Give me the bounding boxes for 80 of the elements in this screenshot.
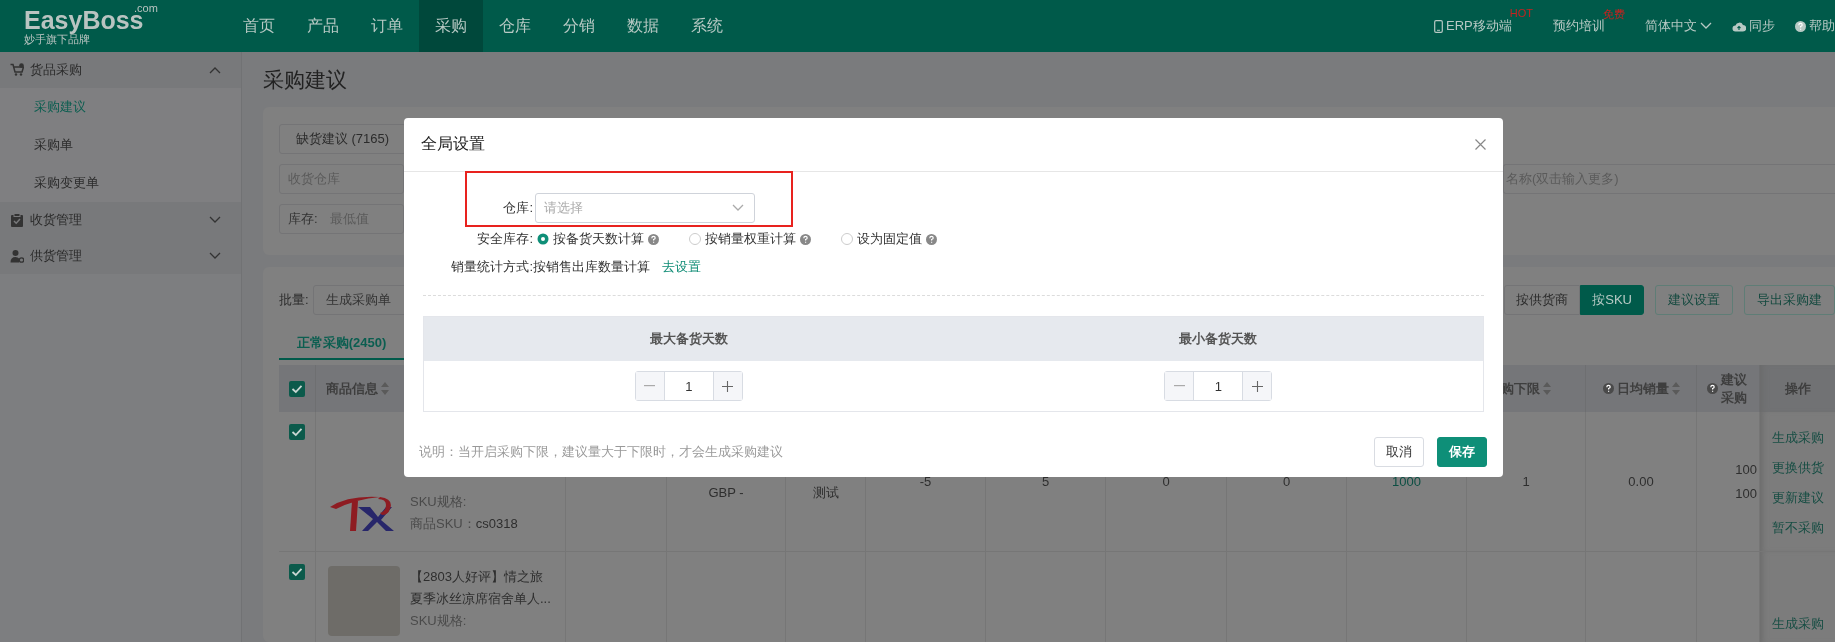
number-stepper[interactable]: 1 bbox=[634, 371, 743, 401]
dialog-title: 全局设置 bbox=[421, 134, 485, 154]
nav-item[interactable]: 产品 bbox=[291, 0, 355, 52]
sidebar-item[interactable]: 采购单 bbox=[0, 126, 241, 164]
nav-item[interactable]: 仓库 bbox=[483, 0, 547, 52]
cancel-button[interactable]: 取消 bbox=[1374, 437, 1424, 467]
sidebar-item[interactable]: 采购变更单 bbox=[0, 164, 241, 202]
nav-item[interactable]: 数据 bbox=[611, 0, 675, 52]
close-icon[interactable] bbox=[1475, 139, 1486, 150]
badge-label: HOT bbox=[1509, 7, 1533, 19]
action-link[interactable]: 更换供货 bbox=[1771, 459, 1824, 477]
action-link[interactable]: 生成采购 bbox=[1771, 429, 1824, 447]
save-button[interactable]: 保存 bbox=[1437, 437, 1487, 467]
outline-button[interactable]: 建议设置 bbox=[1655, 285, 1733, 315]
badge-label: 免费 bbox=[1603, 7, 1625, 20]
minus-icon bbox=[1173, 385, 1185, 387]
clipboard-check-icon bbox=[10, 212, 24, 228]
column-header: 建议 bbox=[1721, 370, 1747, 389]
plus-button[interactable] bbox=[713, 372, 742, 400]
help-icon bbox=[648, 233, 659, 245]
nav-item[interactable]: 分销 bbox=[547, 0, 611, 52]
table-cell: 0.00 bbox=[1586, 412, 1697, 552]
field-value: 按销售出库数量计算 bbox=[533, 258, 650, 276]
number-stepper[interactable]: 1 bbox=[1164, 371, 1273, 401]
action-link[interactable]: 更新建议 bbox=[1771, 489, 1824, 507]
cell-text: 100 bbox=[1735, 460, 1757, 479]
checkbox-checked[interactable] bbox=[289, 564, 305, 580]
field-label: 仓库: bbox=[502, 199, 533, 217]
checkbox-checked[interactable] bbox=[289, 424, 305, 440]
radio-option[interactable]: 设为固定值 bbox=[841, 230, 937, 248]
nav-item[interactable]: 订单 bbox=[355, 0, 419, 52]
action-link[interactable]: 暂不采购 bbox=[1771, 519, 1824, 537]
cart-icon bbox=[10, 62, 24, 78]
toggle-button[interactable]: 按SKU bbox=[1580, 285, 1644, 315]
photo-placeholder bbox=[328, 566, 400, 636]
nav-item[interactable]: 系统 bbox=[675, 0, 739, 52]
sidebar-group[interactable]: 供货管理 bbox=[0, 238, 241, 274]
toggle-button[interactable]: 按供货商 bbox=[1504, 285, 1581, 315]
settings-link[interactable]: 去设置 bbox=[662, 258, 701, 276]
plus-icon bbox=[722, 380, 734, 392]
toolbar-link[interactable]: 预约培训 bbox=[1553, 17, 1605, 35]
product-title: 【2803人好评】情之旅 bbox=[410, 568, 544, 586]
cloud-icon bbox=[1732, 20, 1746, 32]
nav-item[interactable]: 首页 bbox=[227, 0, 291, 52]
column-header: 日均销量 bbox=[1616, 379, 1669, 398]
column-header: 商品信息 bbox=[326, 379, 378, 398]
radio-option[interactable]: 按备货天数计算 bbox=[537, 230, 659, 248]
filter-dropdown[interactable]: 缺货建议 (7165) bbox=[279, 124, 406, 154]
phone-icon bbox=[1434, 19, 1444, 33]
outline-button[interactable]: 导出采购建 bbox=[1744, 285, 1835, 315]
plus-icon bbox=[1251, 380, 1263, 392]
toolbar-link[interactable]: 简体中文 bbox=[1645, 17, 1712, 35]
select-field[interactable]: 请选择 bbox=[535, 193, 755, 223]
toolbar-link[interactable]: ERP移动端 bbox=[1434, 17, 1512, 35]
help-icon bbox=[1795, 20, 1806, 32]
nav-item[interactable]: 采购 bbox=[419, 0, 483, 52]
minus-icon bbox=[644, 385, 656, 387]
chevron-down-icon bbox=[1700, 22, 1712, 30]
radio-option[interactable]: 按销量权重计算 bbox=[689, 230, 811, 248]
plus-button[interactable] bbox=[1243, 372, 1272, 400]
chevron-down-icon bbox=[732, 204, 744, 212]
field-label: 安全库存: bbox=[476, 230, 533, 248]
toolbar-link[interactable]: 帮助 bbox=[1795, 17, 1835, 35]
help-icon bbox=[926, 233, 937, 245]
sidebar-group[interactable]: 收货管理 bbox=[0, 202, 241, 238]
column-header: 采购 bbox=[1721, 388, 1747, 407]
sidebar-group[interactable]: 货品采购 bbox=[0, 52, 241, 88]
product-title: 夏季冰丝凉席宿舍单人... bbox=[410, 590, 551, 608]
checkbox-checked[interactable] bbox=[289, 380, 305, 397]
help-icon bbox=[800, 233, 811, 245]
column-header: 最大备货天数 bbox=[648, 330, 729, 348]
logo-domain: .com bbox=[134, 2, 158, 14]
batch-label: 批量: bbox=[279, 291, 309, 309]
column-header: 最小备货天数 bbox=[1178, 330, 1259, 348]
toolbar-link[interactable]: 同步 bbox=[1732, 17, 1775, 35]
cell-text: 100 bbox=[1735, 484, 1757, 503]
action-link[interactable]: 生成采购 bbox=[1771, 615, 1824, 633]
user-icon bbox=[10, 248, 24, 264]
field-label: 销量统计方式: bbox=[450, 258, 533, 276]
page-title: 采购建议 bbox=[263, 66, 348, 93]
